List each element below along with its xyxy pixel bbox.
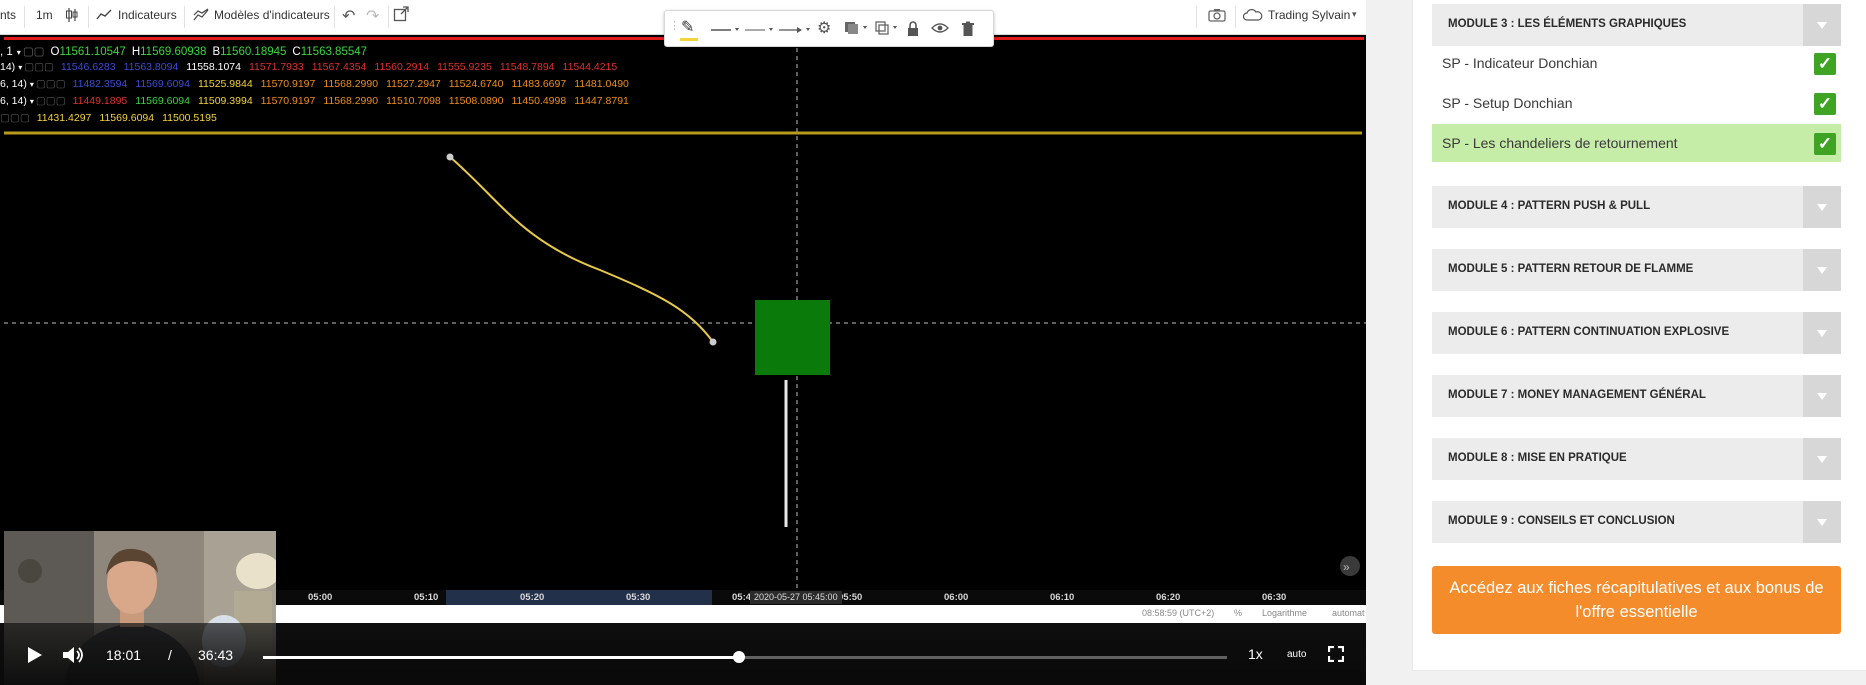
- duration: 36:43: [198, 647, 234, 663]
- expand-toggle-icon[interactable]: [1803, 312, 1841, 354]
- curve-handle-end[interactable]: [709, 338, 717, 346]
- module-5-header[interactable]: MODULE 5 : PATTERN RETOUR DE FLAMME: [1432, 249, 1841, 291]
- progress-fill: [263, 656, 740, 659]
- lesson-item-active[interactable]: SP - Les chandeliers de retournement ✓: [1432, 124, 1841, 162]
- lesson-title: SP - Setup Donchian: [1442, 95, 1573, 111]
- playback-speed[interactable]: 1x: [1248, 646, 1263, 662]
- module-6-header[interactable]: MODULE 6 : PATTERN CONTINUATION EXPLOSIV…: [1432, 312, 1841, 354]
- indicators-button[interactable]: Indicateurs: [118, 8, 177, 22]
- account-label[interactable]: Trading Sylvain: [1268, 8, 1350, 22]
- module-3-header[interactable]: MODULE 3 : LES ÉLÉMENTS GRAPHIQUES: [1432, 4, 1841, 46]
- module-title: MODULE 5 : PATTERN RETOUR DE FLAMME: [1448, 263, 1694, 275]
- lesson-item[interactable]: SP - Setup Donchian ✓: [1432, 84, 1841, 122]
- line-width-icon[interactable]: [745, 26, 775, 34]
- time-tick: 05:00: [308, 592, 333, 603]
- page-gutter: [1366, 0, 1412, 685]
- status-time: 08:58:59 (UTC+2): [1142, 608, 1215, 618]
- percent-toggle[interactable]: %: [1234, 608, 1242, 618]
- log-toggle[interactable]: Logarithme: [1262, 608, 1307, 618]
- auto-toggle[interactable]: automat: [1332, 608, 1365, 618]
- chart-canvas[interactable]: »: [0, 40, 1366, 590]
- lesson-item[interactable]: SP - Indicateur Donchian ✓: [1432, 44, 1841, 82]
- drag-handle-icon[interactable]: ⋮: [669, 19, 680, 32]
- expand-toggle-icon[interactable]: [1803, 249, 1841, 291]
- module-title: MODULE 6 : PATTERN CONTINUATION EXPLOSIV…: [1448, 326, 1730, 338]
- video-controls: 18:01 / 36:43 1x auto: [0, 623, 1366, 685]
- candle-body: [755, 300, 830, 375]
- collapse-toggle-icon[interactable]: [1803, 4, 1841, 46]
- account-chevron-icon[interactable]: ▾: [1352, 9, 1357, 20]
- curve-handle-start[interactable]: [446, 153, 454, 161]
- eye-icon[interactable]: [931, 22, 949, 34]
- indicators-icon: [96, 9, 112, 24]
- time-tick: 06:10: [1050, 592, 1075, 603]
- check-icon: ✓: [1814, 53, 1836, 75]
- module-7-header[interactable]: MODULE 7 : MONEY MANAGEMENT GÉNÉRAL: [1432, 375, 1841, 417]
- expand-toggle-icon[interactable]: [1803, 501, 1841, 543]
- cloud-icon: [1242, 9, 1263, 24]
- time-tick: 05:10: [414, 592, 439, 603]
- pencil-icon[interactable]: ✎: [681, 17, 694, 37]
- expand-toggle-icon[interactable]: [1803, 375, 1841, 417]
- module-4-header[interactable]: MODULE 4 : PATTERN PUSH & PULL: [1432, 186, 1841, 228]
- drawing-toolbar: ⋮ ✎ ⚙: [664, 10, 994, 47]
- module-title: MODULE 4 : PATTERN PUSH & PULL: [1448, 200, 1651, 212]
- module-title: MODULE 9 : CONSEILS ET CONCLUSION: [1448, 515, 1675, 527]
- progress-bar[interactable]: [263, 651, 1227, 663]
- templates-button[interactable]: Modèles d'indicateurs: [214, 8, 330, 22]
- undo-icon[interactable]: ↶: [342, 6, 355, 26]
- double-chevron-icon: »: [1343, 560, 1350, 574]
- lock-icon[interactable]: [906, 21, 920, 37]
- offer-cta-button[interactable]: Accédez aux fiches récapitulatives et au…: [1432, 566, 1841, 634]
- module-8-header[interactable]: MODULE 8 : MISE EN PRATIQUE: [1432, 438, 1841, 480]
- fullscreen-icon[interactable]: [1328, 646, 1344, 662]
- settings-icon[interactable]: ⚙: [817, 18, 831, 38]
- module-title: MODULE 3 : LES ÉLÉMENTS GRAPHIQUES: [1448, 18, 1687, 30]
- lesson-title: SP - Indicateur Donchian: [1442, 55, 1598, 71]
- clone-icon[interactable]: [875, 21, 901, 35]
- camera-icon[interactable]: [1208, 8, 1226, 25]
- time-tick: 05:20: [520, 592, 545, 603]
- quality-button[interactable]: auto: [1287, 649, 1306, 660]
- module-title: MODULE 7 : MONEY MANAGEMENT GÉNÉRAL: [1448, 389, 1706, 401]
- time-separator: /: [168, 647, 172, 663]
- lesson-title: SP - Les chandeliers de retournement: [1442, 135, 1678, 151]
- time-tick: 05:50: [838, 592, 863, 603]
- play-icon[interactable]: [28, 647, 42, 663]
- check-icon: ✓: [1814, 133, 1836, 155]
- time-tick: 06:00: [944, 592, 969, 603]
- drawn-curve[interactable]: [449, 156, 714, 343]
- crosshair-time-label: 2020-05-27 05:45:00: [750, 591, 842, 604]
- layers-icon[interactable]: [844, 21, 870, 35]
- redo-icon[interactable]: ↷: [366, 6, 379, 26]
- interval-button[interactable]: 1m: [36, 8, 53, 22]
- fullscreen-chart-icon[interactable]: [393, 6, 409, 25]
- current-time: 18:01: [106, 647, 142, 663]
- module-title: MODULE 8 : MISE EN PRATIQUE: [1448, 452, 1627, 464]
- toolbar-cut-text: nts: [0, 8, 17, 22]
- video-player[interactable]: nts 1m Indicateurs Modèles d'indicateurs…: [0, 0, 1366, 685]
- volume-icon[interactable]: [63, 646, 85, 664]
- expand-toggle-icon[interactable]: [1803, 186, 1841, 228]
- time-tick: 06:30: [1262, 592, 1287, 603]
- module-9-header[interactable]: MODULE 9 : CONSEILS ET CONCLUSION: [1432, 501, 1841, 543]
- time-tick: 06:20: [1156, 592, 1181, 603]
- check-icon: ✓: [1814, 93, 1836, 115]
- candle-type-icon[interactable]: [65, 7, 79, 26]
- line-style-icon[interactable]: [711, 26, 741, 34]
- expand-toggle-icon[interactable]: [1803, 438, 1841, 480]
- time-tick: 05:30: [626, 592, 651, 603]
- course-sidebar: MODULE 3 : LES ÉLÉMENTS GRAPHIQUES SP - …: [1412, 0, 1866, 671]
- trash-icon[interactable]: [961, 21, 975, 37]
- templates-icon: [193, 8, 209, 25]
- line-end-icon[interactable]: [779, 25, 813, 35]
